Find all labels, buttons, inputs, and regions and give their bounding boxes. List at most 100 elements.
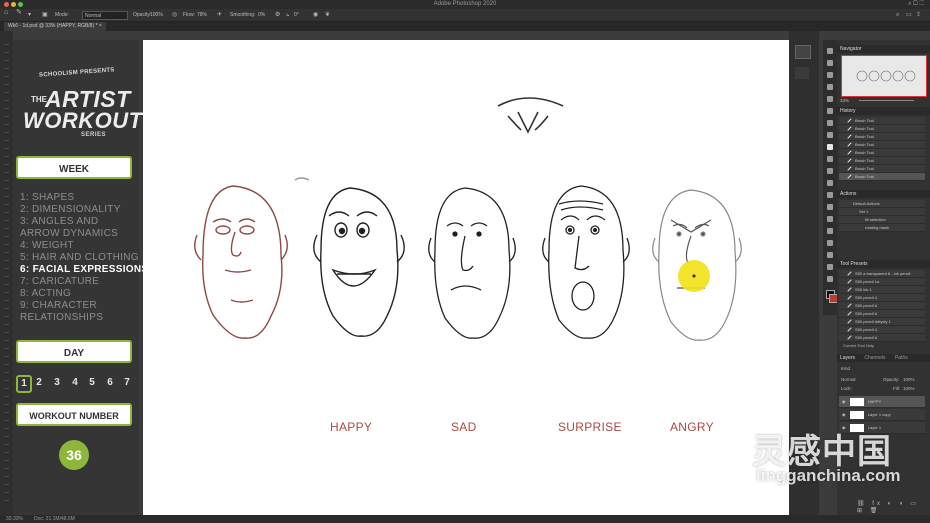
mode-select[interactable]: Normal bbox=[82, 11, 128, 20]
move-tool-icon[interactable] bbox=[827, 48, 833, 54]
history-item[interactable]: Brush Tool bbox=[839, 149, 925, 157]
week-item[interactable]: 8: ACTING bbox=[20, 288, 71, 300]
stamp-tool-icon[interactable] bbox=[827, 156, 833, 162]
dodge-tool-icon[interactable] bbox=[827, 216, 833, 222]
tab-paths[interactable]: Paths bbox=[895, 355, 908, 361]
brush-tool-icon[interactable] bbox=[827, 144, 833, 150]
day-number-selected[interactable]: 1 bbox=[16, 375, 32, 393]
history-item-current[interactable]: Brush Tool bbox=[839, 173, 925, 181]
layer-actions-icons[interactable]: ⛓ fx ◐ ◑ ▭ ⊞ 🗑 bbox=[857, 500, 930, 514]
week-item[interactable]: RELATIONSHIPS bbox=[20, 312, 103, 324]
search-icon[interactable]: ⌕ bbox=[896, 12, 899, 18]
tool-preset-item[interactable]: S50 pencil 4 bbox=[839, 326, 925, 334]
shape-tool-icon[interactable] bbox=[827, 264, 833, 270]
opacity-value[interactable]: 100% bbox=[150, 12, 163, 18]
action-item[interactable]: rotating mask bbox=[839, 224, 925, 232]
status-zoom[interactable]: 33.33% bbox=[6, 515, 23, 523]
tool-preset-item[interactable]: S50 pencil 6 bbox=[839, 310, 925, 318]
type-tool-icon[interactable] bbox=[827, 240, 833, 246]
action-set[interactable]: Default Actions bbox=[839, 200, 925, 208]
eye-icon[interactable]: ◉ bbox=[842, 412, 846, 417]
current-tool-only-checkbox[interactable]: Current Tool Only bbox=[843, 343, 874, 348]
eye-icon[interactable]: ◉ bbox=[842, 399, 846, 404]
flow-value[interactable]: 78% bbox=[197, 12, 207, 18]
week-item[interactable]: 7: CARICATURE bbox=[20, 276, 99, 288]
week-item[interactable]: 1: SHAPES bbox=[20, 192, 74, 204]
hand-tool-icon[interactable] bbox=[827, 276, 833, 282]
week-item[interactable]: ARROW DYNAMICS bbox=[20, 228, 118, 240]
action-item[interactable]: fill selection bbox=[839, 216, 925, 224]
navigator-header[interactable]: Navigator bbox=[837, 45, 930, 53]
clone-source-icon[interactable] bbox=[795, 67, 809, 79]
layer-filter-kind[interactable]: Kind bbox=[841, 366, 850, 371]
history-brush-icon[interactable] bbox=[827, 168, 833, 174]
symmetry-icon[interactable]: ❦ bbox=[325, 12, 330, 18]
marquee-tool-icon[interactable] bbox=[827, 60, 833, 66]
eyedropper-tool-icon[interactable] bbox=[827, 120, 833, 126]
day-button[interactable]: DAY bbox=[16, 340, 132, 363]
brush-size-dropdown[interactable]: ▾ bbox=[28, 12, 31, 18]
day-number[interactable]: 2 bbox=[33, 377, 45, 388]
document-tab[interactable]: Wk6 - 1d.psd @ 33% (HAPPY, RGB/8) * × bbox=[4, 22, 106, 31]
tool-preset-item[interactable]: S50 pencil 6 bbox=[839, 334, 925, 342]
lasso-tool-icon[interactable] bbox=[827, 72, 833, 78]
workspace-icon[interactable]: ▭ bbox=[906, 12, 912, 18]
history-item[interactable]: Brush Tool bbox=[839, 117, 925, 125]
history-item[interactable]: Brush Tool bbox=[839, 165, 925, 173]
healing-tool-icon[interactable] bbox=[827, 132, 833, 138]
day-number[interactable]: 3 bbox=[51, 377, 63, 388]
history-item[interactable]: Brush Tool bbox=[839, 133, 925, 141]
navigator-zoom[interactable]: 33% bbox=[840, 98, 849, 103]
navigator-thumbnail[interactable] bbox=[841, 55, 927, 97]
week-item[interactable]: 5: HAIR AND CLOTHING bbox=[20, 252, 139, 264]
day-number[interactable]: 7 bbox=[121, 377, 133, 388]
crop-tool-icon[interactable] bbox=[827, 96, 833, 102]
pressure-opacity-icon[interactable]: ◎ bbox=[172, 12, 177, 18]
tool-preset-item[interactable]: S50 pencil 4 bbox=[839, 294, 925, 302]
path-select-icon[interactable] bbox=[827, 252, 833, 258]
week-item[interactable]: 3: ANGLES AND bbox=[20, 216, 98, 228]
pressure-size-icon[interactable]: ◉ bbox=[313, 12, 318, 18]
action-set[interactable]: Set 1 bbox=[839, 208, 925, 216]
week-item-active[interactable]: 6: FACIAL EXPRESSIONS bbox=[20, 264, 148, 276]
brush-tool-icon[interactable]: ✎ bbox=[16, 9, 22, 16]
history-item[interactable]: Brush Tool bbox=[839, 157, 925, 165]
history-item[interactable]: Brush Tool bbox=[839, 141, 925, 149]
brush-settings-icon[interactable]: ▣ bbox=[42, 12, 48, 18]
share-icon[interactable]: ⇪ bbox=[916, 12, 921, 18]
week-button[interactable]: WEEK bbox=[16, 156, 132, 179]
pen-tool-icon[interactable] bbox=[827, 228, 833, 234]
day-number[interactable]: 6 bbox=[104, 377, 116, 388]
history-item[interactable]: Brush Tool bbox=[839, 125, 925, 133]
day-number[interactable]: 4 bbox=[69, 377, 81, 388]
quick-select-tool-icon[interactable] bbox=[827, 84, 833, 90]
history-header[interactable]: History bbox=[837, 107, 930, 115]
tool-presets-header[interactable]: Tool Presets bbox=[837, 260, 930, 268]
layer-opacity-value[interactable]: 100% bbox=[903, 377, 915, 382]
home-icon[interactable]: ⌂ bbox=[4, 9, 8, 16]
week-item[interactable]: 9: CHARACTER bbox=[20, 300, 97, 312]
tool-preset-item[interactable]: S50 pencil 1a bbox=[839, 278, 925, 286]
tool-preset-item[interactable]: S50 pencil 6 bbox=[839, 302, 925, 310]
layer-blend-mode[interactable]: Normal bbox=[841, 377, 856, 382]
blur-tool-icon[interactable] bbox=[827, 204, 833, 210]
close-tab-icon[interactable]: × bbox=[99, 23, 102, 29]
airbrush-icon[interactable]: ✈ bbox=[217, 12, 222, 18]
tool-preset-item[interactable]: S50 pencil dirtysty 1 bbox=[839, 318, 925, 326]
fill-value[interactable]: 100% bbox=[903, 386, 915, 391]
tab-channels[interactable]: Channels bbox=[864, 355, 885, 361]
brush-settings-icon[interactable] bbox=[795, 45, 811, 59]
smoothing-value[interactable]: 0% bbox=[258, 12, 265, 18]
window-controls-icon[interactable]: ⌕ ▢ ⬚ bbox=[908, 1, 924, 8]
smoothing-settings-icon[interactable]: ⚙ bbox=[275, 12, 280, 18]
eraser-tool-icon[interactable] bbox=[827, 180, 833, 186]
navigator-zoom-slider[interactable] bbox=[859, 100, 914, 101]
gradient-tool-icon[interactable] bbox=[827, 192, 833, 198]
angle-value[interactable]: 0° bbox=[294, 12, 299, 18]
frame-tool-icon[interactable] bbox=[827, 108, 833, 114]
workout-number-button[interactable]: WORKOUT NUMBER bbox=[16, 403, 132, 426]
day-number[interactable]: 5 bbox=[86, 377, 98, 388]
tool-preset-item[interactable]: S50 a transparent 8 - ink pencil bbox=[839, 270, 925, 278]
tool-preset-item[interactable]: S50 ink 1 bbox=[839, 286, 925, 294]
week-item[interactable]: 4: WEIGHT bbox=[20, 240, 74, 252]
